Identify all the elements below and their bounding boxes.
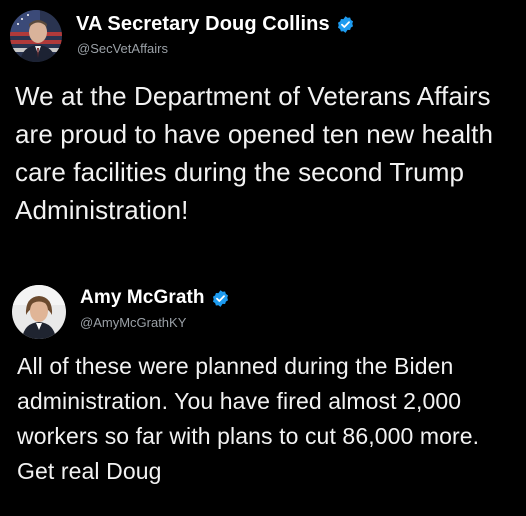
avatar[interactable]	[12, 285, 66, 339]
avatar[interactable]	[10, 10, 62, 62]
reply-tweet: Amy McGrath @AmyMcGrathKY All of these w…	[0, 276, 526, 484]
avatar-image	[10, 10, 62, 62]
display-name[interactable]: VA Secretary Doug Collins	[76, 13, 330, 36]
verified-badge-icon	[211, 289, 230, 308]
name-row: Amy McGrath	[80, 287, 230, 309]
name-row: VA Secretary Doug Collins	[76, 13, 355, 36]
tweet-text: All of these were planned during the Bid…	[17, 353, 480, 484]
tweet-text: We at the Department of Veterans Affairs…	[15, 81, 494, 225]
tweet-header: Amy McGrath @AmyMcGrathKY	[0, 276, 526, 339]
handle[interactable]: @AmyMcGrathKY	[80, 315, 186, 330]
tweet-header: VA Secretary Doug Collins @SecVetAffairs	[0, 0, 526, 62]
main-tweet: VA Secretary Doug Collins @SecVetAffairs…	[0, 0, 526, 225]
verified-badge-icon	[336, 15, 355, 34]
avatar-image	[12, 285, 66, 339]
handle[interactable]: @SecVetAffairs	[77, 41, 168, 56]
display-name[interactable]: Amy McGrath	[80, 287, 205, 309]
